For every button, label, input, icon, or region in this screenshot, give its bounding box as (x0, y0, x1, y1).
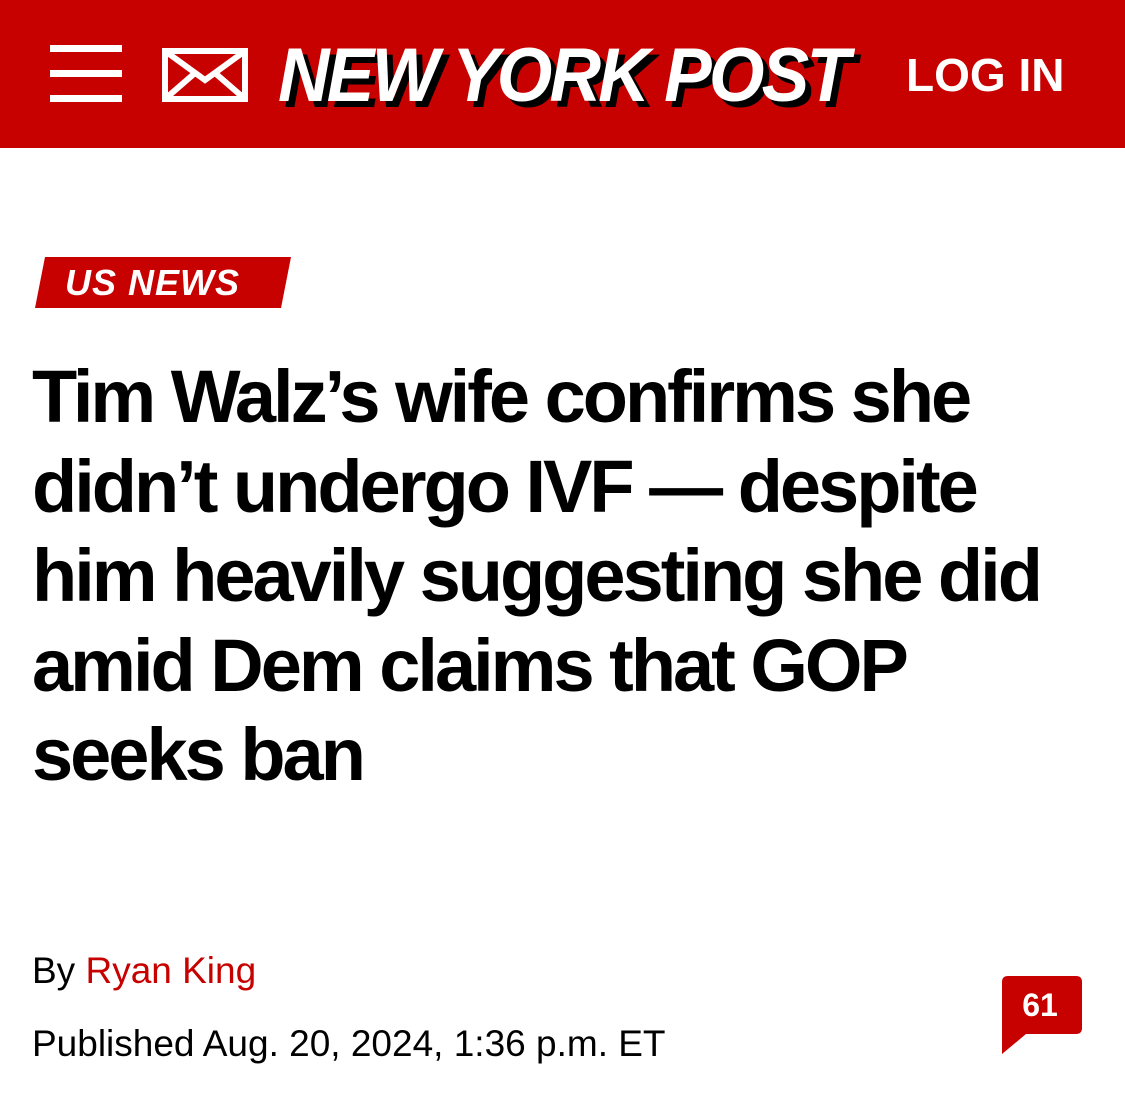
section-tag-label[interactable]: US NEWS (65, 257, 240, 308)
hamburger-menu-icon[interactable] (50, 45, 122, 103)
login-button[interactable]: LOG IN (906, 48, 1064, 102)
section-tag[interactable]: US NEWS (35, 257, 291, 308)
byline-prefix: By (32, 950, 76, 991)
new-york-post-logo[interactable]: NEW YORK POST NEW YORK POST (278, 26, 858, 126)
article-headline: Tim Walz’s wife confirms she didn’t unde… (32, 355, 1043, 796)
author-link[interactable]: Ryan King (85, 950, 256, 991)
byline: By Ryan King (32, 950, 256, 992)
comment-count[interactable]: 61 (1000, 982, 1080, 1028)
published-date: Published Aug. 20, 2024, 1:36 p.m. ET (32, 1023, 666, 1064)
comments-button[interactable]: 61 (1000, 976, 1082, 1054)
top-nav-bar: NEW YORK POST NEW YORK POST LOG IN (0, 0, 1125, 148)
logo-text: NEW YORK POST (278, 33, 850, 118)
envelope-icon[interactable] (162, 48, 248, 102)
